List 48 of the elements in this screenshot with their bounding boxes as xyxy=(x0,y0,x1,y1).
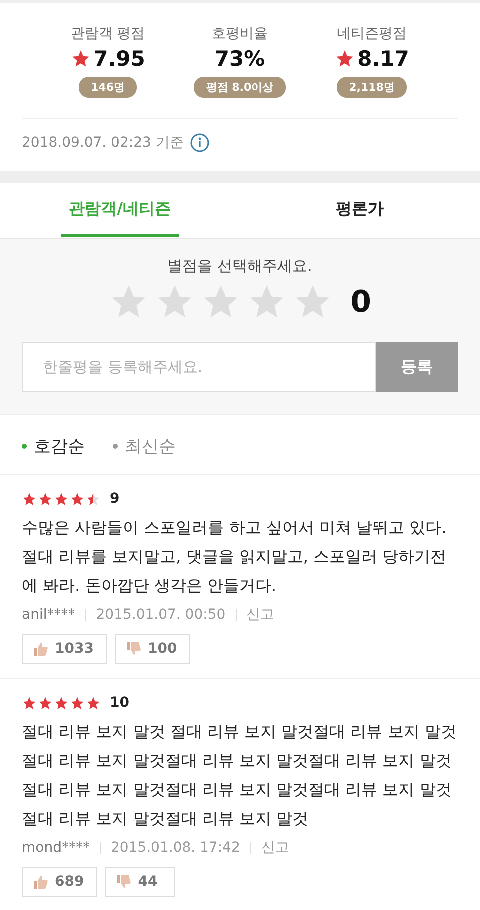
count-badge: 146명 xyxy=(79,77,137,98)
info-icon[interactable] xyxy=(190,133,210,153)
dislike-button[interactable]: 100 xyxy=(114,634,190,664)
sort-option[interactable]: 최신순 xyxy=(113,435,176,458)
username: mond**** xyxy=(22,840,90,856)
review-score: 9 xyxy=(110,491,120,507)
star-icon xyxy=(86,696,101,710)
star-icon xyxy=(54,696,69,710)
review-date: 2015.01.08. 17:42 xyxy=(110,840,240,856)
star-icon xyxy=(70,696,85,710)
score-label: 네티즌평점 xyxy=(337,25,407,43)
sort-option[interactable]: 호감순 xyxy=(22,435,85,458)
score-label: 호평비율 xyxy=(212,25,268,43)
thumbs-down-icon xyxy=(126,641,142,657)
star-icon xyxy=(54,492,69,506)
timestamp: 2018.09.07. 02:23 기준 xyxy=(22,134,184,152)
tab[interactable]: 평론가 xyxy=(240,183,480,238)
thumbs-down-icon xyxy=(116,874,132,890)
like-button[interactable]: 1033 xyxy=(22,634,107,664)
submit-button[interactable]: 등록 xyxy=(376,342,458,392)
thumbs-up-icon xyxy=(33,641,49,657)
review-score: 10 xyxy=(110,695,130,711)
star-icon xyxy=(22,696,37,710)
dislike-button[interactable]: 44 xyxy=(105,867,176,897)
score-value: 8.17 xyxy=(358,47,410,71)
review-text: 수많은 사람들이 스포일러를 하고 싶어서 미쳐 날뛰고 있다. 절대 리뷰를 보지말고, 댓글을 읽지말고, 스포일러 당하기전에 봐라. 돈아깝단 생각은 안들거다. xyxy=(22,517,448,597)
half-star-icon xyxy=(86,492,101,506)
review-date: 2015.01.07. 00:50 xyxy=(96,607,226,623)
report-link[interactable]: 신고 xyxy=(261,839,290,857)
star-icon xyxy=(334,49,355,69)
score-value: 73% xyxy=(214,47,266,71)
report-link[interactable]: 신고 xyxy=(246,606,275,624)
thumbs-up-icon xyxy=(33,874,49,890)
rating-score: 0 xyxy=(350,284,372,320)
review-input-field[interactable]: 한줄평을 등록해주세요. xyxy=(22,342,376,392)
score-label: 관람객 평점 xyxy=(70,25,146,43)
username: anil**** xyxy=(22,607,76,623)
score-value: 7.95 xyxy=(94,47,146,71)
count-badge: 2,118명 xyxy=(337,77,407,98)
like-button[interactable]: 689 xyxy=(22,867,98,897)
star-icon xyxy=(70,492,85,506)
review-text: 절대 리뷰 보지 말것 절대 리뷰 보지 말것절대 리뷰 보지 말것 절대 리뷰 보지 말것절대 리뷰 보지 말것절대 리뷰 보지 말것 절대 리뷰 보지 말것절대 리뷰 보지 말것절대 리뷰 보지 말것 절대 리뷰 보지 말것절대 리뷰 보지 말것 xyxy=(22,721,458,830)
star-icon xyxy=(38,492,53,506)
star-icon xyxy=(38,696,53,710)
count-badge: 평점 8.0이상 xyxy=(194,77,286,98)
star-icon xyxy=(70,49,91,69)
star-icon xyxy=(22,492,37,506)
rating-prompt: 별점을 선택해주세요. xyxy=(168,257,312,276)
